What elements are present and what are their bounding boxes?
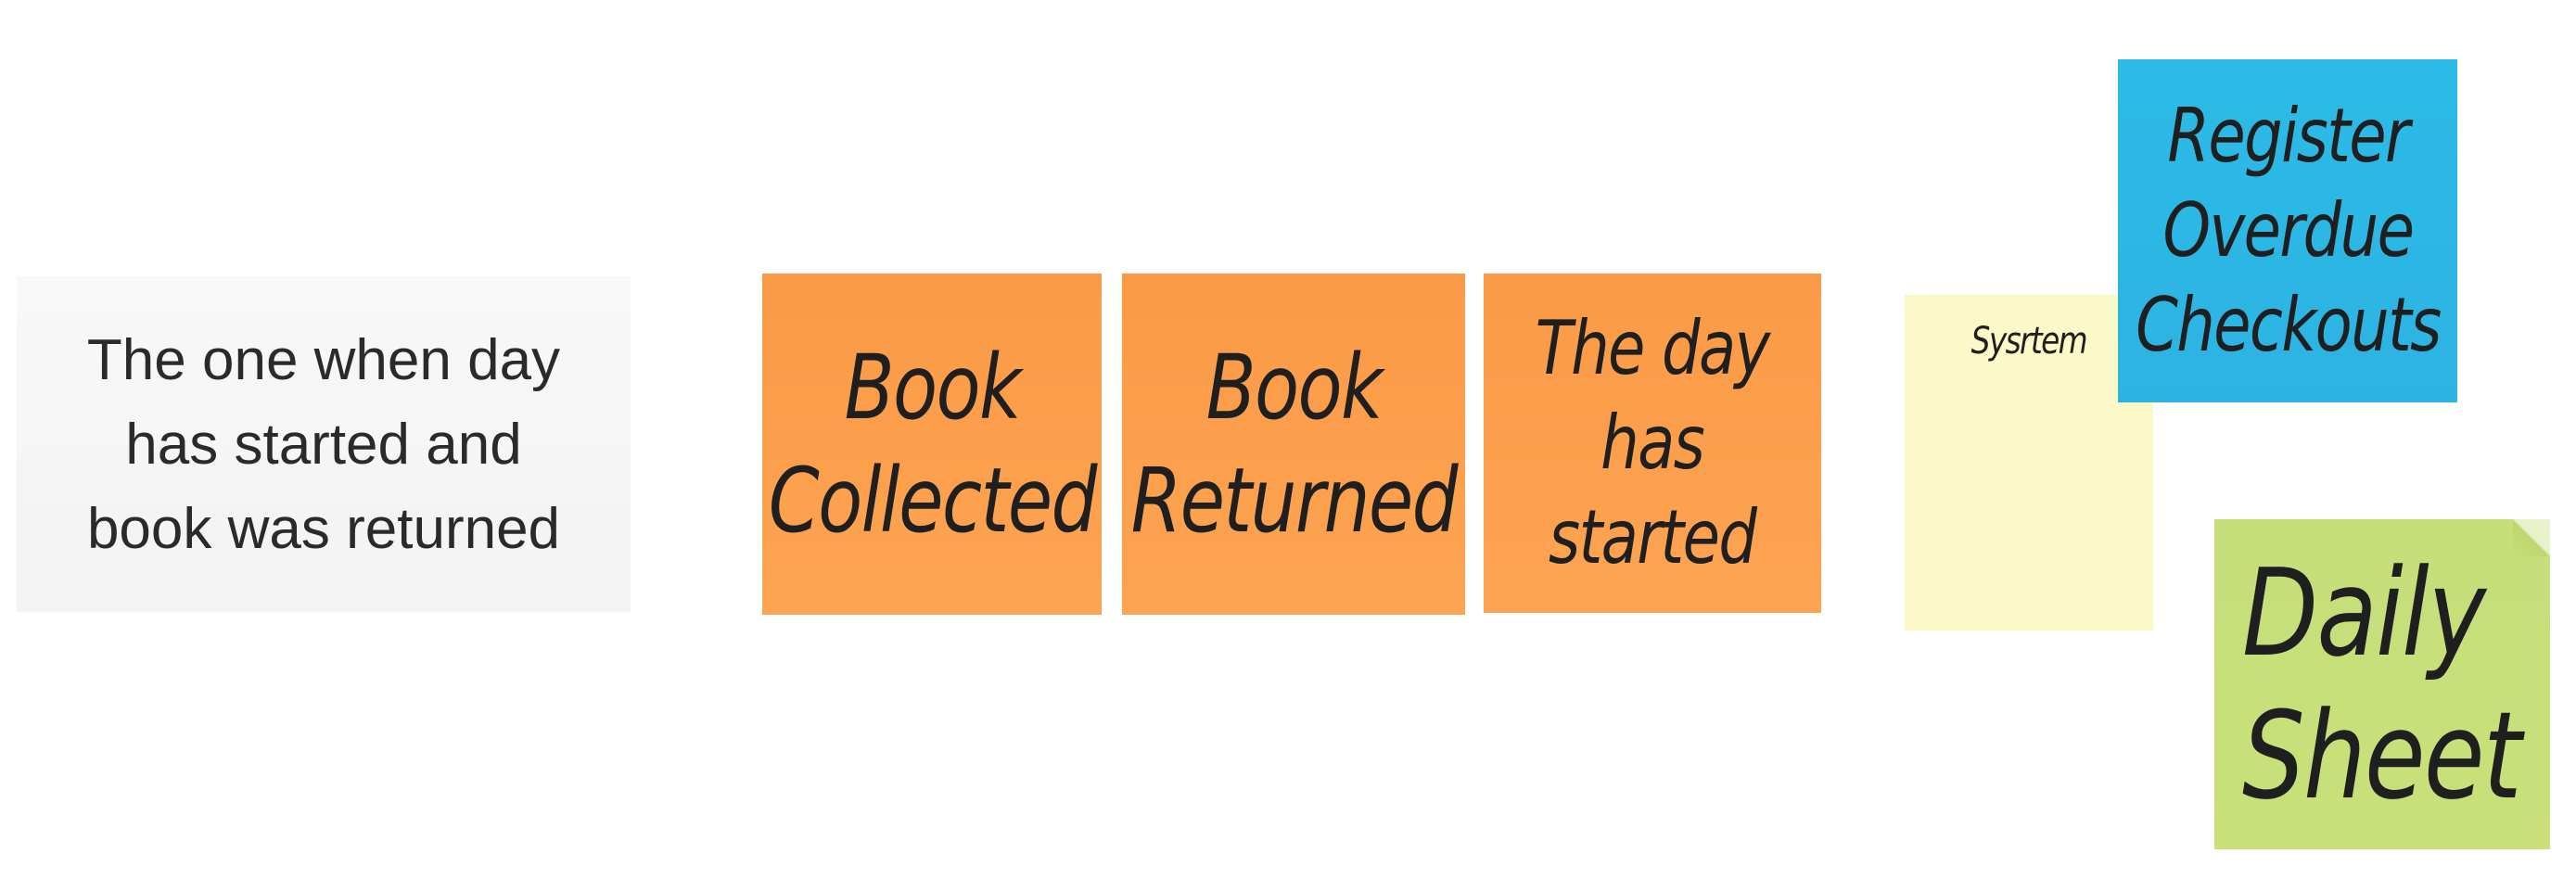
board: The one when day has started and book wa… <box>0 0 2576 879</box>
sticky-note-system[interactable]: Sysrtem <box>1905 295 2153 631</box>
note-line: Register <box>2167 93 2410 179</box>
sticky-note-text: Register Overdue Checkouts <box>2135 89 2442 373</box>
sticky-note-text: The day has started <box>1535 301 1771 585</box>
note-line: book was returned <box>86 496 561 561</box>
sticky-note-daily-sheet[interactable]: Daily Sheet <box>2214 519 2550 849</box>
note-line: The day <box>1535 305 1771 391</box>
note-line: Daily <box>2242 542 2486 683</box>
note-line: started <box>1549 494 1757 580</box>
note-line: Book <box>1205 336 1383 440</box>
note-line: Collected <box>768 449 1097 553</box>
note-line: Sheet <box>2242 685 2522 826</box>
note-line: Checkouts <box>2135 282 2442 368</box>
sticky-note-text: Daily Sheet <box>2242 541 2522 827</box>
note-line: has <box>1600 400 1705 486</box>
sticky-note-book-collected[interactable]: Book Collected <box>762 274 1102 615</box>
note-line: Sysrtem <box>1970 320 2088 363</box>
sticky-note-scenario[interactable]: The one when day has started and book wa… <box>17 276 631 612</box>
note-line: The one when day <box>86 327 561 392</box>
sticky-note-book-returned[interactable]: Book Returned <box>1122 274 1465 615</box>
note-line: Book <box>844 336 1021 440</box>
sticky-note-text: The one when day has started and book wa… <box>87 318 560 571</box>
sticky-note-text: Book Returned <box>1130 331 1458 557</box>
note-line: Overdue <box>2162 187 2415 274</box>
sticky-note-register-overdue-checkouts[interactable]: Register Overdue Checkouts <box>2118 59 2457 402</box>
note-line: Returned <box>1130 449 1458 553</box>
sticky-note-day-started[interactable]: The day has started <box>1484 274 1821 613</box>
sticky-note-text: Sysrtem <box>1970 319 2088 363</box>
note-line: has started and <box>125 412 522 477</box>
sticky-note-text: Book Collected <box>768 331 1097 557</box>
